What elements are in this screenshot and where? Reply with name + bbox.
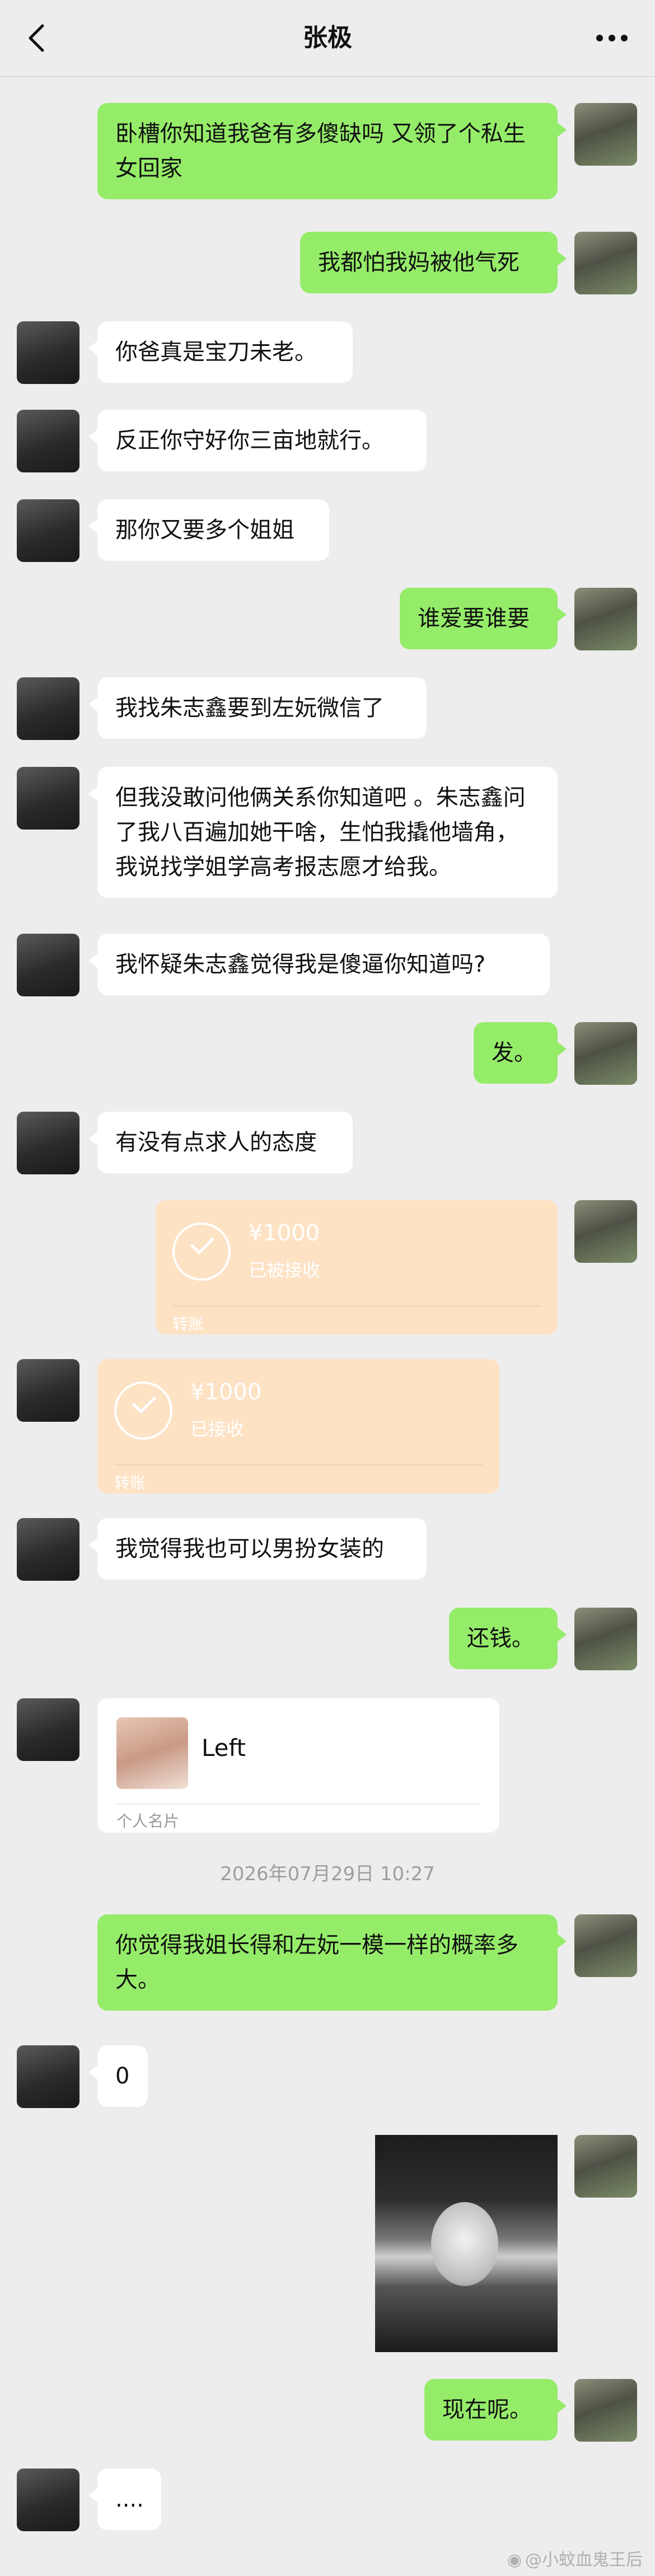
- contact-avatar[interactable]: [17, 767, 79, 830]
- check-circle-icon: [114, 1381, 172, 1440]
- message-sent[interactable]: 还钱。: [449, 1608, 567, 1669]
- message-received[interactable]: 我找朱志鑫要到左妧微信了: [88, 677, 427, 739]
- contact-avatar[interactable]: [17, 410, 79, 472]
- contact-avatar[interactable]: [17, 1698, 79, 1761]
- contact-card-divider: [116, 1804, 480, 1805]
- contact-card-photo: [116, 1717, 188, 1789]
- message-received[interactable]: 我觉得我也可以男扮女装的: [88, 1518, 427, 1580]
- contact-avatar[interactable]: [17, 2469, 79, 2531]
- my-avatar[interactable]: [574, 588, 637, 650]
- my-avatar[interactable]: [574, 1608, 637, 1670]
- transfer-divider: [114, 1464, 483, 1465]
- transfer-message-sent[interactable]: ¥1000 已被接收 转账: [156, 1200, 558, 1334]
- contact-avatar[interactable]: [17, 321, 79, 384]
- contact-avatar[interactable]: [17, 1359, 79, 1422]
- contact-avatar[interactable]: [17, 934, 79, 996]
- more-dots-icon: [596, 35, 628, 41]
- transfer-amount: ¥1000: [190, 1379, 262, 1405]
- transfer-label: 转账: [114, 1474, 146, 1492]
- transfer-message-received[interactable]: ¥1000 已接收 转账: [97, 1359, 499, 1493]
- message-sent[interactable]: 谁爱要谁要: [400, 588, 567, 649]
- transfer-status: 已被接收: [249, 1259, 321, 1281]
- contact-avatar[interactable]: [17, 499, 79, 562]
- message-received[interactable]: 但我没敢问他俩关系你知道吧 。朱志鑫问了我八百遍加她干啥，生怕我撬他墙角，我说找…: [88, 767, 558, 898]
- message-sent[interactable]: 现在呢。: [424, 2379, 567, 2441]
- message-received[interactable]: 那你又要多个姐姐: [88, 499, 329, 561]
- weibo-watermark: ◉ @小蚊血鬼王后: [507, 2546, 643, 2570]
- chat-title: 张极: [303, 24, 352, 52]
- contact-card-name: Left: [202, 1734, 246, 1762]
- message-received[interactable]: 反正你守好你三亩地就行。: [88, 410, 427, 471]
- message-sent[interactable]: 发。: [474, 1022, 567, 1084]
- my-avatar[interactable]: [574, 1200, 637, 1263]
- message-received[interactable]: 你爸真是宝刀未老。: [88, 321, 353, 383]
- contact-avatar[interactable]: [17, 677, 79, 740]
- message-sent[interactable]: 卧槽你知道我爸有多傻缺吗 又领了个私生女回家: [97, 103, 567, 199]
- weibo-icon: ◉: [507, 2550, 522, 2570]
- message-received[interactable]: 0: [88, 2045, 148, 2107]
- transfer-amount: ¥1000: [249, 1220, 320, 1246]
- my-avatar[interactable]: [574, 232, 637, 294]
- my-avatar[interactable]: [574, 1022, 637, 1085]
- photo-portrait: [431, 2202, 498, 2286]
- message-received[interactable]: ....: [88, 2469, 161, 2530]
- check-circle-icon: [172, 1223, 231, 1281]
- chat-timestamp: 2026年07月29日 10:27: [220, 1863, 435, 1885]
- contact-card-label: 个人名片: [116, 1812, 180, 1830]
- my-avatar[interactable]: [574, 2135, 637, 2198]
- transfer-divider: [172, 1305, 541, 1306]
- message-sent[interactable]: 你觉得我姐长得和左妧一模一样的概率多大。: [97, 1914, 567, 2011]
- watermark-text: @小蚊血鬼王后: [525, 2550, 643, 2570]
- photo-message[interactable]: [375, 2135, 558, 2352]
- transfer-label: 转账: [172, 1315, 204, 1333]
- message-sent[interactable]: 我都怕我妈被他气死: [300, 232, 567, 293]
- my-avatar[interactable]: [574, 1914, 637, 1977]
- contact-avatar[interactable]: [17, 2045, 79, 2108]
- header-divider: [0, 76, 655, 77]
- chat-header: 张极: [0, 0, 655, 76]
- message-received[interactable]: 有没有点求人的态度: [88, 1112, 353, 1173]
- contact-avatar[interactable]: [17, 1112, 79, 1174]
- transfer-status: 已接收: [190, 1418, 245, 1440]
- my-avatar[interactable]: [574, 103, 637, 166]
- my-avatar[interactable]: [574, 2379, 637, 2442]
- more-button[interactable]: [592, 22, 631, 54]
- message-received[interactable]: 我怀疑朱志鑫觉得我是傻逼你知道吗?: [88, 934, 550, 995]
- contact-avatar[interactable]: [17, 1518, 79, 1581]
- contact-card-message[interactable]: Left 个人名片: [97, 1698, 499, 1833]
